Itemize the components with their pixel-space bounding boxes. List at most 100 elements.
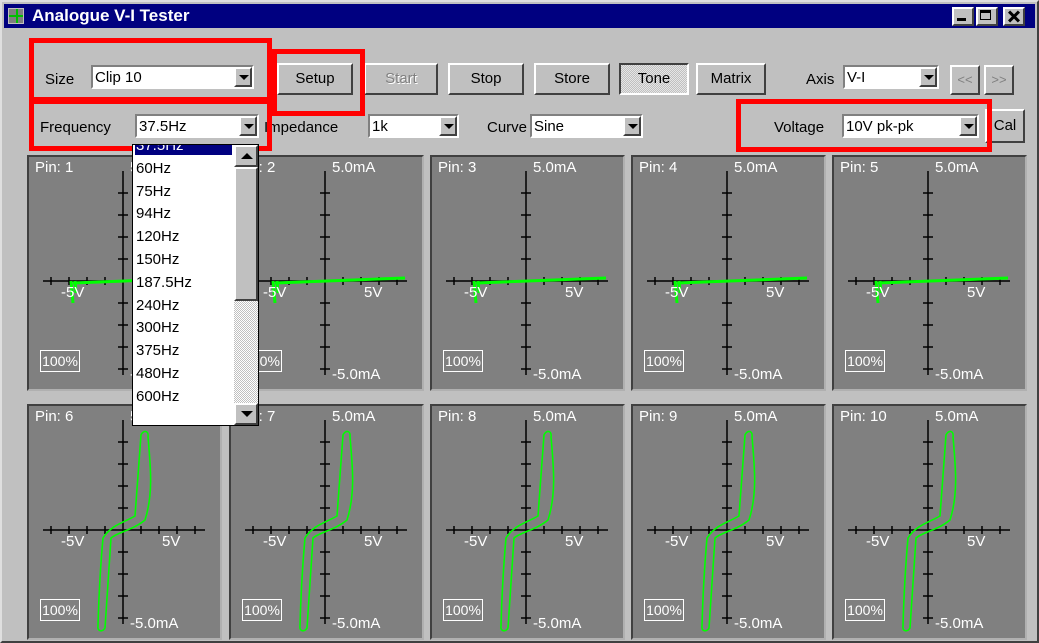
app-icon[interactable] — [8, 8, 24, 24]
pin-panel[interactable]: Pin: 10 5.0mA -5.0mA -5V 5V 100% — [832, 404, 1027, 640]
voltage-max-label: 5V — [364, 533, 383, 550]
frequency-option[interactable]: 120Hz — [135, 228, 179, 246]
axis-select[interactable]: V-I — [843, 65, 939, 89]
previous-button[interactable]: << — [950, 65, 980, 95]
pin-label: Pin: 5 — [840, 159, 879, 176]
pin-label: Pin: 9 — [639, 408, 678, 425]
current-min-label: -5.0mA — [533, 366, 582, 383]
frequency-option[interactable]: 375Hz — [135, 342, 179, 360]
chevron-down-icon[interactable] — [919, 67, 937, 87]
current-min-label: -5.0mA — [332, 366, 381, 383]
zoom-button[interactable]: 100% — [443, 599, 483, 621]
stop-button[interactable]: Stop — [448, 63, 524, 95]
title-bar[interactable]: Analogue V-I Tester — [4, 4, 1035, 28]
frequency-option[interactable]: 60Hz — [135, 160, 171, 178]
frequency-option[interactable]: 187.5Hz — [135, 274, 192, 292]
voltage-max-label: 5V — [565, 284, 584, 301]
matrix-button[interactable]: Matrix — [696, 63, 766, 95]
minimize-button[interactable] — [952, 7, 974, 26]
zoom-button[interactable]: 100% — [644, 350, 684, 372]
store-button[interactable]: Store — [534, 63, 610, 95]
axis-label: Axis — [806, 71, 835, 88]
frequency-option[interactable]: 75Hz — [135, 183, 171, 201]
voltage-label: Voltage — [774, 119, 825, 136]
dropdown-scrollbar[interactable] — [234, 145, 258, 425]
voltage-max-label: 5V — [766, 533, 785, 550]
pin-panel[interactable]: Pin: 75.0mA-5.0mA-5V5V100% — [229, 404, 424, 640]
voltage-max-label: 5V — [967, 533, 986, 550]
pin-panel[interactable]: Pin: 4 5.0mA -5.0mA -5V 5V 100% — [631, 155, 826, 391]
maximize-button[interactable] — [976, 7, 998, 26]
voltage-max-label: 5V — [565, 533, 584, 550]
current-max-label: 5.0mA — [734, 408, 778, 425]
frequency-option[interactable]: 150Hz — [135, 251, 179, 269]
zoom-button[interactable]: 100% — [40, 599, 80, 621]
voltage-min-label: -5V — [263, 284, 287, 301]
tone-toggle[interactable]: Tone — [619, 63, 689, 95]
frequency-select[interactable]: 37.5Hz — [135, 114, 259, 138]
frequency-option[interactable]: 240Hz — [135, 297, 179, 315]
vi-trace — [500, 430, 555, 632]
zoom-button[interactable]: 100% — [40, 350, 80, 372]
current-max-label: 5.0mA — [734, 159, 778, 176]
frequency-select-value: 37.5Hz — [139, 118, 187, 135]
pin-label: Pin: 6 — [35, 408, 74, 425]
curve-select-value: Sine — [534, 118, 565, 135]
zoom-button[interactable]: 100% — [242, 599, 282, 621]
next-button[interactable]: >> — [984, 65, 1014, 95]
frequency-option[interactable]: 300Hz — [135, 319, 179, 337]
size-select[interactable]: Clip 10 — [91, 65, 254, 89]
voltage-min-label: -5V — [61, 284, 85, 301]
pin-label: Pin: 1 — [35, 159, 74, 176]
axis-select-value: V-I — [847, 69, 866, 86]
voltage-min-label: -5V — [464, 533, 488, 550]
impedance-select[interactable]: 1k — [368, 114, 459, 138]
start-button[interactable]: Start — [364, 63, 438, 95]
scroll-thumb[interactable] — [234, 167, 258, 301]
current-min-label: -5.0mA — [130, 615, 179, 632]
current-min-label: -5.0mA — [734, 366, 783, 383]
pin-label: Pin: 10 — [840, 408, 887, 425]
zoom-button[interactable]: 100% — [845, 350, 885, 372]
scroll-down-icon[interactable] — [234, 403, 258, 425]
voltage-min-label: -5V — [866, 284, 890, 301]
voltage-select[interactable]: 10V pk-pk — [842, 114, 979, 138]
zoom-button[interactable]: 100% — [845, 599, 885, 621]
chevron-down-icon[interactable] — [234, 67, 252, 87]
current-max-label: 5.0mA — [935, 159, 979, 176]
curve-select[interactable]: Sine — [530, 114, 643, 138]
cal-button[interactable]: Cal — [985, 109, 1025, 143]
chevron-down-icon[interactable] — [959, 116, 977, 136]
frequency-label: Frequency — [40, 119, 111, 136]
frequency-dropdown-list[interactable]: 37.5Hz 60Hz 75Hz 94Hz 120Hz 150Hz 187.5Hz 240Hz… — [132, 144, 259, 426]
scroll-up-icon[interactable] — [234, 145, 258, 167]
setup-button[interactable]: Setup — [277, 63, 353, 95]
app-window: Analogue V-I Tester Size Clip 10 Setup S… — [0, 0, 1039, 643]
chevron-down-icon[interactable] — [239, 116, 257, 136]
pin-panel[interactable]: Pin: 65.0mA-5.0mA-5V5V100% — [27, 404, 222, 640]
current-max-label: 5.0mA — [935, 408, 979, 425]
voltage-min-label: -5V — [665, 284, 689, 301]
pin-panel[interactable]: Pin: 9 5.0mA -5.0mA -5V 5V 100% — [631, 404, 826, 640]
size-label: Size — [45, 71, 75, 88]
zoom-button[interactable]: 100% — [443, 350, 483, 372]
pin-panel[interactable]: Pin: 3 5.0mA -5.0mA -5V 5V 100% — [430, 155, 625, 391]
chevron-down-icon[interactable] — [623, 116, 641, 136]
chevron-down-icon[interactable] — [439, 116, 457, 136]
impedance-select-value: 1k — [372, 118, 388, 135]
zoom-button[interactable]: 100% — [644, 599, 684, 621]
pin-panel[interactable]: Pin: 8 5.0mA -5.0mA -5V 5V 100% — [430, 404, 625, 640]
current-max-label: 5.0mA — [533, 159, 577, 176]
pin-label: Pin: 4 — [639, 159, 678, 176]
close-button[interactable] — [1003, 7, 1025, 26]
vi-trace — [902, 430, 957, 632]
frequency-option[interactable]: 94Hz — [135, 205, 171, 223]
impedance-label: Impedance — [264, 119, 339, 136]
frequency-option[interactable]: 480Hz — [135, 365, 179, 383]
vi-trace — [97, 430, 152, 632]
vi-trace — [701, 430, 756, 632]
pin-label: Pin: 3 — [438, 159, 477, 176]
pin-panel[interactable]: Pin: 5 5.0mA -5.0mA -5V 5V 100% — [832, 155, 1027, 391]
frequency-option[interactable]: 37.5Hz — [135, 145, 232, 155]
frequency-option[interactable]: 600Hz — [135, 388, 179, 406]
